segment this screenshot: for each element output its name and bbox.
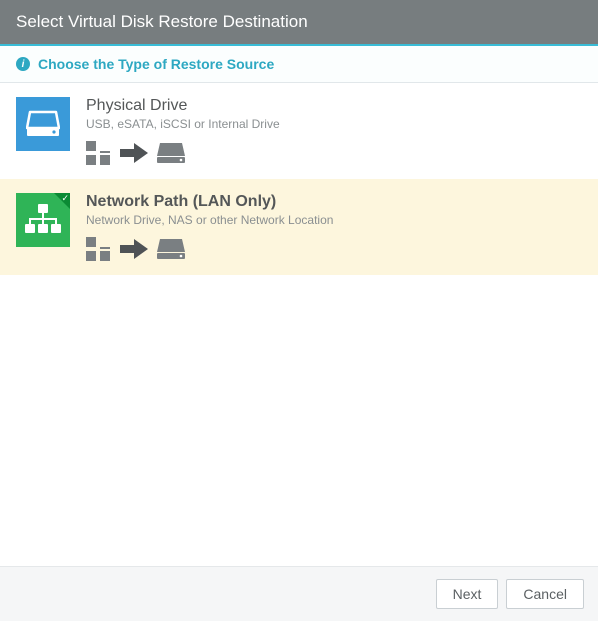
option-title: Network Path (LAN Only): [86, 193, 582, 211]
selected-check-icon: [54, 193, 70, 209]
option-title: Physical Drive: [86, 97, 582, 115]
destination-drive-icon: [156, 237, 186, 261]
option-network-path[interactable]: Network Path (LAN Only) Network Drive, N…: [0, 179, 598, 275]
destination-drive-icon: [156, 141, 186, 165]
flow-diagram: [86, 141, 582, 165]
network-icon: [16, 193, 70, 247]
option-description: Network Drive, NAS or other Network Loca…: [86, 213, 582, 227]
source-stack-icon: [86, 141, 112, 165]
next-button[interactable]: Next: [436, 579, 499, 609]
section-header: i Choose the Type of Restore Source: [0, 44, 598, 83]
arrow-right-icon: [120, 239, 148, 259]
source-stack-icon: [86, 237, 112, 261]
info-icon: i: [16, 57, 30, 71]
dialog-title: Select Virtual Disk Restore Destination: [16, 12, 308, 31]
restore-source-options: Physical Drive USB, eSATA, iSCSI or Inte…: [0, 83, 598, 275]
section-header-text: Choose the Type of Restore Source: [38, 56, 274, 72]
option-physical-drive[interactable]: Physical Drive USB, eSATA, iSCSI or Inte…: [0, 83, 598, 179]
dialog-title-bar: Select Virtual Disk Restore Destination: [0, 0, 598, 44]
option-body: Network Path (LAN Only) Network Drive, N…: [86, 193, 582, 261]
cancel-button[interactable]: Cancel: [506, 579, 584, 609]
flow-diagram: [86, 237, 582, 261]
arrow-right-icon: [120, 143, 148, 163]
drive-icon: [16, 97, 70, 151]
dialog-footer: Next Cancel: [0, 566, 598, 621]
option-body: Physical Drive USB, eSATA, iSCSI or Inte…: [86, 97, 582, 165]
option-description: USB, eSATA, iSCSI or Internal Drive: [86, 117, 582, 131]
